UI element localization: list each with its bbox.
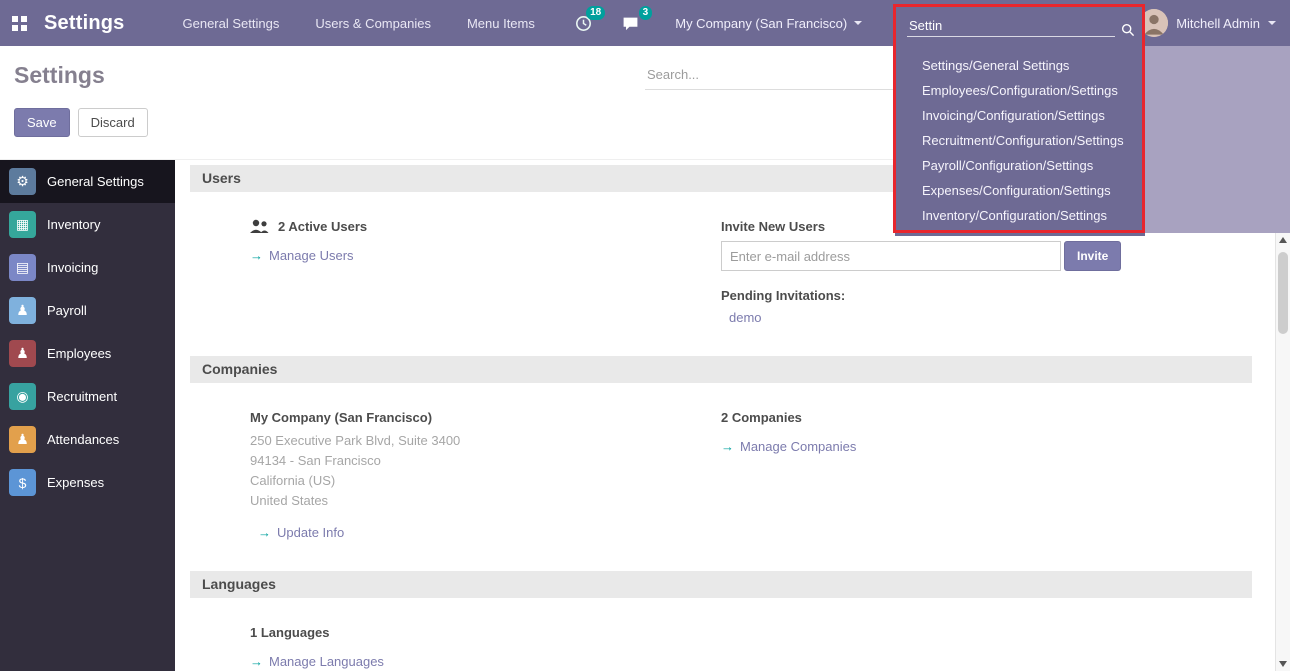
sidebar-item-expenses[interactable]: $ Expenses <box>0 461 175 504</box>
users-group-icon <box>250 219 269 234</box>
page-title: Settings <box>14 62 105 89</box>
address-line: 94134 - San Francisco <box>250 451 721 471</box>
apps-menu-button[interactable] <box>0 0 38 46</box>
address-line: 250 Executive Park Blvd, Suite 3400 <box>250 431 721 451</box>
message-count-badge: 3 <box>639 6 653 20</box>
company-name: My Company (San Francisco) <box>250 410 721 425</box>
right-arrow-icon: → <box>721 439 734 454</box>
pending-user-link[interactable]: demo <box>729 310 762 325</box>
sidebar-item-attendances[interactable]: ♟ Attendances <box>0 418 175 461</box>
save-button[interactable]: Save <box>14 108 70 137</box>
sidebar-item-payroll[interactable]: ♟ Payroll <box>0 289 175 332</box>
menu-search-dropdown: Settings/General Settings Employees/Conf… <box>895 0 1145 236</box>
sidebar-item-employees[interactable]: ♟ Employees <box>0 332 175 375</box>
menu-search-results: Settings/General Settings Employees/Conf… <box>895 46 1145 236</box>
right-arrow-icon: → <box>250 248 263 263</box>
address-line: United States <box>250 491 721 511</box>
scroll-down-arrow-icon[interactable] <box>1279 661 1287 667</box>
menu-menu-items[interactable]: Menu Items <box>467 16 535 31</box>
company-switcher[interactable]: My Company (San Francisco) <box>675 16 862 31</box>
discard-button[interactable]: Discard <box>78 108 148 137</box>
companies-setting-row: My Company (San Francisco) 250 Executive… <box>190 383 1252 566</box>
manage-languages-link[interactable]: → Manage Languages <box>250 654 384 669</box>
search-result-item[interactable]: Recruitment/Configuration/Settings <box>895 128 1145 153</box>
manage-companies-link[interactable]: → Manage Companies <box>721 439 856 454</box>
scrollbar-thumb[interactable] <box>1278 252 1288 334</box>
active-users-count: 2 Active Users <box>278 219 367 234</box>
messages-menu-button[interactable]: 3 <box>622 15 639 32</box>
company-address: 250 Executive Park Blvd, Suite 3400 9413… <box>250 431 721 511</box>
attendances-icon: ♟ <box>9 426 36 453</box>
sidebar-item-label: Expenses <box>47 475 104 490</box>
sidebar-item-label: Payroll <box>47 303 87 318</box>
invite-button[interactable]: Invite <box>1064 241 1121 271</box>
user-menu[interactable]: Mitchell Admin <box>1140 9 1276 37</box>
sidebar-item-label: Attendances <box>47 432 119 447</box>
scroll-up-arrow-icon[interactable] <box>1279 237 1287 243</box>
menu-general-settings[interactable]: General Settings <box>183 16 280 31</box>
chevron-down-icon <box>854 21 862 25</box>
search-result-item[interactable]: Inventory/Configuration/Settings <box>895 203 1145 228</box>
chat-bubble-icon <box>622 15 639 32</box>
menu-search-input[interactable] <box>907 15 1115 37</box>
search-result-item[interactable]: Settings/General Settings <box>895 53 1145 78</box>
search-result-item[interactable]: Invoicing/Configuration/Settings <box>895 103 1145 128</box>
address-line: California (US) <box>250 471 721 491</box>
sidebar-item-recruitment[interactable]: ◉ Recruitment <box>0 375 175 418</box>
activity-count-badge: 18 <box>586 6 605 20</box>
activity-menu-button[interactable]: 18 <box>575 15 592 32</box>
payroll-icon: ♟ <box>9 297 36 324</box>
languages-section-header: Languages <box>190 571 1252 598</box>
sidebar-item-label: Recruitment <box>47 389 117 404</box>
sidebar-item-label: Invoicing <box>47 260 98 275</box>
invoicing-icon: ▤ <box>9 254 36 281</box>
languages-count: 1 Languages <box>250 625 721 640</box>
general-settings-icon: ⚙ <box>9 168 36 195</box>
menu-users-companies[interactable]: Users & Companies <box>315 16 431 31</box>
search-result-item[interactable]: Employees/Configuration/Settings <box>895 78 1145 103</box>
search-icon <box>1121 23 1135 37</box>
update-info-link[interactable]: → Update Info <box>258 525 344 540</box>
expenses-icon: $ <box>9 469 36 496</box>
sidebar-item-label: Inventory <box>47 217 100 232</box>
sidebar-item-general-settings[interactable]: ⚙ General Settings <box>0 160 175 203</box>
right-arrow-icon: → <box>250 654 263 669</box>
companies-count: 2 Companies <box>721 410 1252 425</box>
search-result-item[interactable]: Payroll/Configuration/Settings <box>895 153 1145 178</box>
pending-invitations-label: Pending Invitations: <box>721 288 1252 303</box>
companies-section-header: Companies <box>190 356 1252 383</box>
user-menu-label: Mitchell Admin <box>1176 16 1260 31</box>
sidebar-item-label: Employees <box>47 346 111 361</box>
sidebar-item-invoicing[interactable]: ▤ Invoicing <box>0 246 175 289</box>
search-result-item[interactable]: Expenses/Configuration/Settings <box>895 178 1145 203</box>
settings-content: Users 2 Active Users → Manage Users Invi… <box>175 160 1290 671</box>
sidebar-item-label: General Settings <box>47 174 144 189</box>
invite-email-input[interactable] <box>721 241 1061 271</box>
chevron-down-icon <box>1268 21 1276 25</box>
apps-grid-icon <box>12 16 27 31</box>
vertical-scrollbar[interactable] <box>1275 160 1290 671</box>
employees-icon: ♟ <box>9 340 36 367</box>
inventory-icon: ▦ <box>9 211 36 238</box>
company-switcher-label: My Company (San Francisco) <box>675 16 847 31</box>
settings-sidebar: ⚙ General Settings ▦ Inventory ▤ Invoici… <box>0 160 175 671</box>
right-arrow-icon: → <box>258 525 271 540</box>
dropdown-panel-extension <box>1145 46 1290 233</box>
app-title[interactable]: Settings <box>44 12 125 35</box>
recruitment-icon: ◉ <box>9 383 36 410</box>
app-menu: General Settings Users & Companies Menu … <box>183 16 535 31</box>
sidebar-item-inventory[interactable]: ▦ Inventory <box>0 203 175 246</box>
languages-setting-row: 1 Languages → Manage Languages <box>190 598 1252 671</box>
manage-users-link[interactable]: → Manage Users <box>250 248 354 263</box>
